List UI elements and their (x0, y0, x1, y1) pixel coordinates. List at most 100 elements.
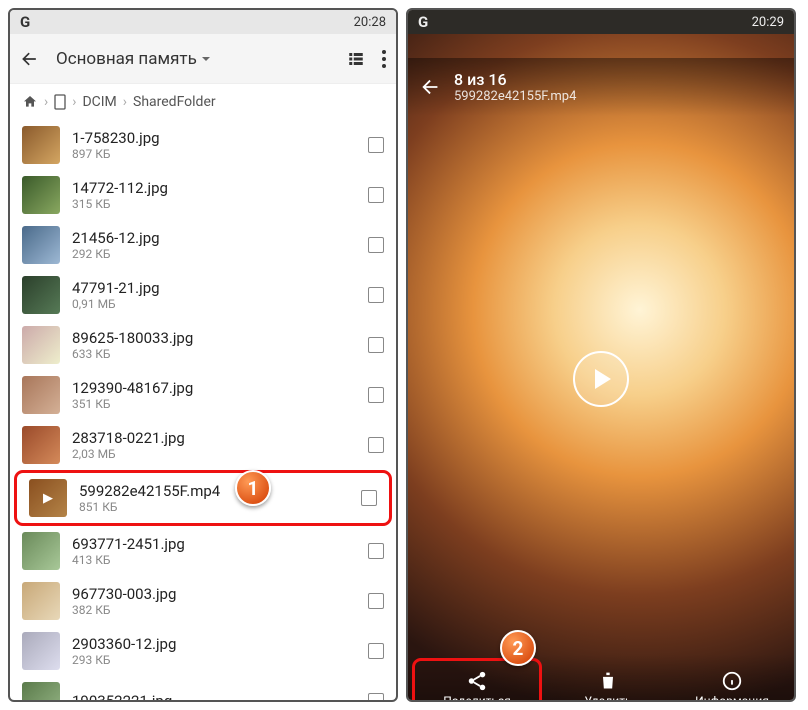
file-row[interactable]: 47791-21.jpg0,91 МБ (10, 270, 396, 320)
file-meta: 693771-2451.jpg413 КБ (72, 535, 356, 567)
file-meta: 14772-112.jpg315 КБ (72, 179, 356, 211)
viewer-actions: Поделиться Удалить Информация (408, 654, 794, 702)
file-row[interactable]: 1-758230.jpg897 КБ (10, 120, 396, 170)
status-bar: G 20:28 (10, 10, 396, 34)
file-meta: 2903360-12.jpg293 КБ (72, 635, 356, 667)
delete-button[interactable]: Удалить (546, 654, 670, 702)
file-checkbox[interactable] (368, 137, 384, 153)
file-meta: 967730-003.jpg382 КБ (72, 585, 356, 617)
file-name: 1-758230.jpg (72, 129, 356, 147)
file-thumbnail (22, 532, 60, 570)
item-counter: 8 из 16 (454, 70, 576, 89)
back-icon[interactable] (420, 76, 442, 98)
back-icon[interactable] (20, 49, 40, 69)
file-checkbox[interactable] (368, 337, 384, 353)
media-viewer-screen: G 20:29 8 из 16 599282e42155F.mp4 Подели… (406, 8, 796, 702)
file-name: 129390-48167.jpg (72, 379, 356, 397)
status-time: 20:28 (354, 15, 386, 30)
file-checkbox[interactable] (368, 187, 384, 203)
file-name: 967730-003.jpg (72, 585, 356, 603)
toolbar: Основная память (10, 34, 396, 84)
viewer-header: 8 из 16 599282e42155F.mp4 (408, 58, 794, 116)
file-meta: 129390-48167.jpg351 КБ (72, 379, 356, 411)
play-button[interactable] (573, 351, 629, 407)
breadcrumb-segment[interactable]: DCIM (82, 94, 116, 110)
file-checkbox[interactable] (368, 693, 384, 700)
file-size: 897 КБ (72, 147, 356, 161)
file-meta: 89625-180033.jpg633 КБ (72, 329, 356, 361)
status-time: 20:29 (752, 15, 784, 30)
file-size: 851 КБ (79, 500, 349, 514)
file-name: 283718-0221.jpg (72, 429, 356, 447)
file-row[interactable]: 693771-2451.jpg413 КБ (10, 526, 396, 576)
video-preview[interactable]: 8 из 16 599282e42155F.mp4 Поделиться Уда… (408, 34, 794, 702)
file-size: 633 КБ (72, 347, 356, 361)
file-row[interactable]: 283718-0221.jpg2,03 МБ (10, 420, 396, 470)
info-icon (721, 670, 743, 692)
chevron-right-icon: › (44, 94, 48, 110)
file-size: 315 КБ (72, 197, 356, 211)
file-name: 2903360-12.jpg (72, 635, 356, 653)
file-checkbox[interactable] (361, 490, 377, 506)
file-name: 21456-12.jpg (72, 229, 356, 247)
file-size: 351 КБ (72, 397, 356, 411)
file-checkbox[interactable] (368, 437, 384, 453)
file-checkbox[interactable] (368, 543, 384, 559)
file-name: 14772-112.jpg (72, 179, 356, 197)
callout-badge-2: 2 (500, 630, 536, 666)
home-icon[interactable] (22, 94, 38, 110)
breadcrumb[interactable]: › › DCIM › SharedFolder (10, 84, 396, 120)
chevron-right-icon: › (123, 94, 127, 110)
file-thumbnail (22, 426, 60, 464)
file-checkbox[interactable] (368, 593, 384, 609)
file-thumbnail (22, 326, 60, 364)
file-name: 599282e42155F.mp4 (79, 482, 349, 500)
file-thumbnail (22, 582, 60, 620)
file-size: 382 КБ (72, 603, 356, 617)
file-thumbnail (22, 226, 60, 264)
file-row[interactable]: 190352221.jpg (10, 676, 396, 700)
info-button[interactable]: Информация (670, 654, 794, 702)
file-meta: 283718-0221.jpg2,03 МБ (72, 429, 356, 461)
google-icon: G (418, 13, 428, 31)
file-manager-screen: G 20:28 Основная память › › DCIM › Share… (8, 8, 398, 702)
file-row[interactable]: 599282e42155F.mp4851 КБ (14, 470, 392, 526)
storage-label: Основная память (56, 49, 197, 69)
file-row[interactable]: 14772-112.jpg315 КБ (10, 170, 396, 220)
file-meta: 599282e42155F.mp4851 КБ (79, 482, 349, 514)
file-checkbox[interactable] (368, 643, 384, 659)
file-thumbnail (22, 376, 60, 414)
file-row[interactable]: 129390-48167.jpg351 КБ (10, 370, 396, 420)
file-row[interactable]: 89625-180033.jpg633 КБ (10, 320, 396, 370)
file-row[interactable]: 21456-12.jpg292 КБ (10, 220, 396, 270)
delete-label: Удалить (585, 694, 632, 702)
google-icon: G (20, 13, 30, 31)
file-meta: 190352221.jpg (72, 692, 356, 700)
share-label: Поделиться (443, 694, 511, 702)
info-label: Информация (695, 694, 769, 702)
file-thumbnail (29, 479, 67, 517)
list-view-icon[interactable] (346, 50, 366, 68)
status-bar: G 20:29 (408, 10, 794, 34)
file-row[interactable]: 2903360-12.jpg293 КБ (10, 626, 396, 676)
file-checkbox[interactable] (368, 237, 384, 253)
file-meta: 1-758230.jpg897 КБ (72, 129, 356, 161)
chevron-right-icon: › (72, 94, 76, 110)
file-meta: 47791-21.jpg0,91 МБ (72, 279, 356, 311)
file-thumbnail (22, 276, 60, 314)
file-name: 190352221.jpg (72, 692, 356, 700)
overflow-menu-icon[interactable] (382, 50, 386, 68)
file-checkbox[interactable] (368, 387, 384, 403)
file-row[interactable]: 967730-003.jpg382 КБ (10, 576, 396, 626)
file-size: 0,91 МБ (72, 297, 356, 311)
file-name: 47791-21.jpg (72, 279, 356, 297)
file-checkbox[interactable] (368, 287, 384, 303)
sd-icon[interactable] (54, 94, 66, 110)
file-thumbnail (22, 176, 60, 214)
breadcrumb-segment[interactable]: SharedFolder (133, 94, 216, 110)
callout-badge-1: 1 (235, 470, 271, 506)
trash-icon (598, 670, 618, 692)
file-name: 89625-180033.jpg (72, 329, 356, 347)
file-list[interactable]: 1-758230.jpg897 КБ 14772-112.jpg315 КБ 214… (10, 120, 396, 700)
storage-dropdown[interactable]: Основная память (56, 49, 211, 69)
